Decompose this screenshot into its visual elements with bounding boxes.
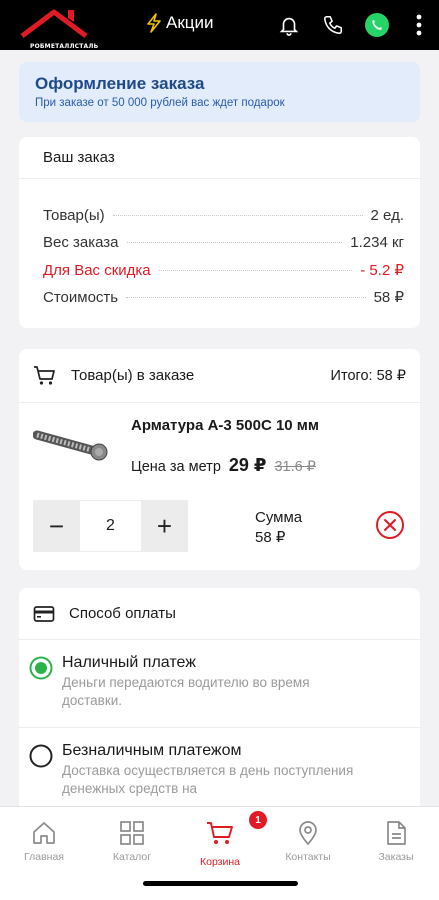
payment-option-cashless[interactable]: Безналичным платежом Доставка осуществля… <box>19 742 420 798</box>
items-header: Товар(ы) в заказе Итого: 58 ₽ <box>19 349 420 403</box>
item-sum: Сумма 58 ₽ <box>255 508 302 548</box>
quantity-value[interactable]: 2 <box>80 500 141 552</box>
nav-item-cart[interactable]: 1 Корзина <box>180 811 267 868</box>
orders-icon <box>387 821 406 845</box>
price-line: Цена за метр 29 ₽ 31.6 ₽ <box>131 455 316 476</box>
payment-option-title: Безналичным платежом <box>62 742 242 759</box>
summary-label: Вес заказа <box>43 234 119 251</box>
remove-item-button[interactable] <box>375 510 405 540</box>
divider <box>19 727 420 728</box>
lightning-icon <box>147 13 161 33</box>
cart-icon <box>34 365 55 385</box>
price-current: 29 ₽ <box>228 455 267 475</box>
cart-badge: 1 <box>249 811 267 829</box>
nav-item-orders[interactable]: Заказы <box>356 819 436 863</box>
top-bar: РОБМЕТАЛЛСТАЛЬ Акции <box>0 0 439 50</box>
close-circle-icon <box>376 511 404 539</box>
summary-value: 2 ед. <box>370 207 404 224</box>
logo[interactable]: РОБМЕТАЛЛСТАЛЬ <box>18 6 98 50</box>
payment-method-card: Способ оплаты Наличный платеж Деньги пер… <box>19 588 420 818</box>
items-title: Товар(ы) в заказе <box>71 367 195 384</box>
summary-row-cost: Стоимость 58 ₽ <box>43 288 404 306</box>
product-name[interactable]: Арматура А-3 500С 10 мм <box>131 417 319 434</box>
order-items-card: Товар(ы) в заказе Итого: 58 ₽ Арматура А… <box>19 349 420 570</box>
whatsapp-icon[interactable] <box>355 0 399 50</box>
phone-icon[interactable] <box>311 0 355 50</box>
order-summary-title: Ваш заказ <box>19 137 420 179</box>
order-banner: Оформление заказа При заказе от 50 000 р… <box>19 62 420 122</box>
payment-option-cash[interactable]: Наличный платеж Деньги передаются водите… <box>19 654 420 710</box>
home-icon <box>33 822 55 844</box>
quantity-stepper: − 2 + <box>33 500 188 552</box>
nav-item-catalog[interactable]: Каталог <box>92 819 172 863</box>
nav-item-contacts[interactable]: Контакты <box>268 819 348 863</box>
more-vertical-icon[interactable] <box>399 0 439 50</box>
price-label: Цена за метр <box>131 459 221 475</box>
summary-label: Для Вас скидка <box>43 262 151 279</box>
payment-option-desc: Доставка осуществляется в день поступлен… <box>62 763 354 796</box>
summary-row-discount: Для Вас скидка - 5.2 ₽ <box>43 261 404 279</box>
credit-card-icon <box>33 605 55 622</box>
summary-row-items: Товар(ы) 2 ед. <box>43 207 404 224</box>
nav-label: Заказы <box>378 851 414 863</box>
payment-title: Способ оплаты <box>69 605 176 622</box>
items-total: Итого: 58 ₽ <box>330 367 406 384</box>
promo-button[interactable]: Акции <box>146 13 214 33</box>
nav-item-home[interactable]: Главная <box>4 819 84 863</box>
logo-text: РОБМЕТАЛЛСТАЛЬ <box>30 43 99 50</box>
increase-button[interactable]: + <box>141 500 188 552</box>
cart-icon-wrap: 1 <box>205 811 267 852</box>
payment-option-desc: Деньги передаются водителю во время дост… <box>62 675 310 708</box>
summary-value: 1.234 кг <box>350 234 404 251</box>
catalog-icon <box>120 821 144 845</box>
decrease-button[interactable]: − <box>33 500 80 552</box>
location-icon <box>299 821 317 846</box>
order-summary-card: Ваш заказ Товар(ы) 2 ед. Вес заказа 1.234 … <box>19 137 420 328</box>
sum-value: 58 ₽ <box>255 529 286 546</box>
summary-label: Стоимость <box>43 289 119 306</box>
home-indicator <box>143 881 298 886</box>
price-old: 31.6 ₽ <box>274 459 316 475</box>
nav-label: Контакты <box>285 851 331 863</box>
product-image[interactable] <box>32 423 113 463</box>
summary-row-weight: Вес заказа 1.234 кг <box>43 234 404 251</box>
radio-unselected-icon[interactable] <box>29 744 53 768</box>
banner-subtitle: При заказе от 50 000 рублей вас ждет под… <box>35 97 285 109</box>
cart-icon <box>207 822 233 844</box>
nav-label: Главная <box>24 851 64 863</box>
page-title: Оформление заказа <box>35 74 205 93</box>
radio-selected-icon[interactable] <box>29 656 53 680</box>
payment-header: Способ оплаты <box>19 588 420 640</box>
nav-label: Корзина <box>200 856 240 868</box>
bell-icon[interactable] <box>267 0 311 50</box>
nav-label: Каталог <box>112 851 152 863</box>
summary-value: - 5.2 ₽ <box>360 262 404 279</box>
logo-roof-icon <box>20 9 88 38</box>
payment-option-title: Наличный платеж <box>62 654 196 671</box>
summary-label: Товар(ы) <box>43 207 105 224</box>
promo-label: Акции <box>166 13 214 32</box>
summary-value: 58 ₽ <box>373 289 404 306</box>
sum-label: Сумма <box>255 509 303 526</box>
